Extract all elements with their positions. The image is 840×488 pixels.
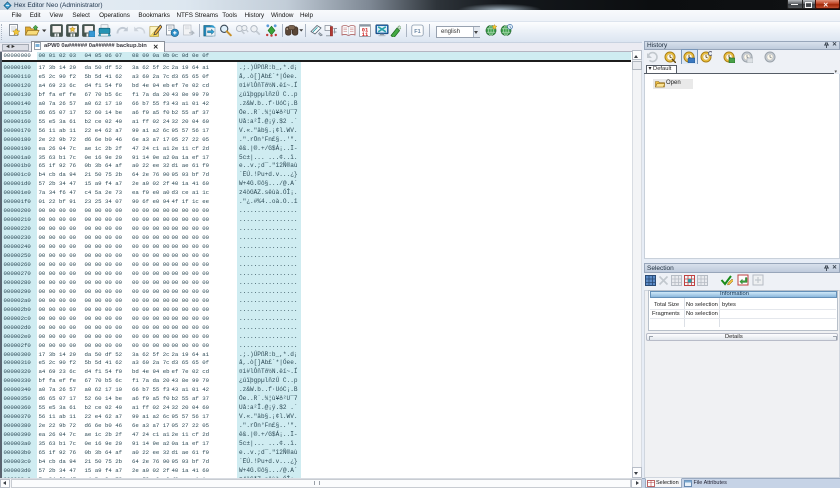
svg-text:F1: F1 bbox=[414, 29, 420, 35]
svg-text:11: 11 bbox=[361, 32, 367, 37]
